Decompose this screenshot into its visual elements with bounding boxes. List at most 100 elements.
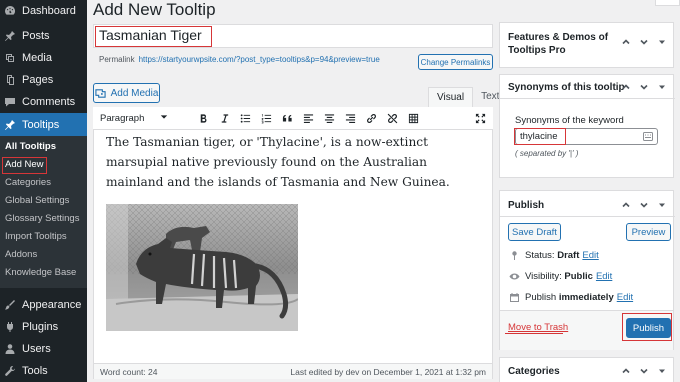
publish-panel-title: Publish	[508, 200, 545, 211]
editor-content[interactable]: The Tasmanian tiger, or 'Thylacine', is …	[106, 132, 486, 192]
chevron-up-icon[interactable]	[621, 366, 631, 376]
menu-dashboard[interactable]: Dashboard	[0, 0, 87, 22]
chevron-down-icon[interactable]	[639, 200, 649, 210]
permalink-label: Permalink	[99, 55, 135, 64]
menu-label: Plugins	[22, 321, 59, 333]
menu-plugins[interactable]: Plugins	[0, 316, 87, 338]
keyboard-icon	[643, 132, 653, 141]
link-icon[interactable]	[363, 110, 379, 126]
pin-icon	[4, 30, 16, 42]
submenu-global-settings[interactable]: Global Settings	[0, 192, 87, 210]
bold-button[interactable]	[195, 110, 211, 126]
format-select[interactable]: Paragraph	[100, 111, 168, 126]
italic-button[interactable]	[216, 110, 232, 126]
format-select-value: Paragraph	[100, 113, 145, 124]
submenu-all-tooltips[interactable]: All Tooltips	[0, 138, 87, 156]
publish-time-edit-link[interactable]: Edit	[617, 292, 633, 303]
menu-pages[interactable]: Pages	[0, 69, 87, 91]
unlink-icon[interactable]	[384, 110, 400, 126]
visibility-value: Public	[564, 271, 593, 282]
menu-label: Dashboard	[22, 5, 76, 17]
align-right-button[interactable]	[342, 110, 358, 126]
submenu-categories[interactable]: Categories	[0, 174, 87, 192]
menu-label: Tools	[22, 365, 48, 377]
chevron-down-icon[interactable]	[639, 82, 649, 92]
publish-time-row: Publish immediately Edit	[509, 292, 633, 303]
add-media-button[interactable]: Add Media	[93, 83, 160, 103]
align-left-button[interactable]	[300, 110, 316, 126]
menu-media[interactable]: Media	[0, 47, 87, 69]
submenu-glossary-settings[interactable]: Glossary Settings	[0, 210, 87, 228]
menu-label: Media	[22, 52, 52, 64]
panel-divider	[500, 98, 675, 99]
calendar-icon	[509, 292, 520, 303]
menu-tooltips[interactable]: Tooltips	[0, 113, 87, 136]
tab-visual[interactable]: Visual	[428, 87, 474, 107]
status-edit-link[interactable]: Edit	[582, 250, 598, 261]
bullet-list-button[interactable]	[237, 110, 253, 126]
chevron-down-icon[interactable]	[639, 37, 649, 47]
visibility-edit-link[interactable]: Edit	[596, 271, 612, 282]
triangle-down-icon[interactable]	[657, 366, 667, 376]
comments-icon	[4, 96, 16, 108]
chevron-up-icon[interactable]	[621, 200, 631, 210]
status-row: Status: Draft Edit	[509, 250, 599, 261]
fullscreen-icon[interactable]	[472, 110, 488, 126]
status-label: Status:	[525, 250, 555, 261]
synonyms-hint: ( separated by '|' )	[515, 149, 579, 158]
menu-comments[interactable]: Comments	[0, 91, 87, 113]
synonyms-panel: Synonyms of this tooltip Synonyms of the…	[499, 74, 675, 178]
dashboard-icon	[4, 5, 16, 17]
panel-controls	[621, 37, 667, 47]
menu-label: Users	[22, 343, 51, 355]
menu-appearance[interactable]: Appearance	[0, 294, 87, 316]
categories-panel-title: Categories	[508, 366, 560, 377]
panel-controls	[621, 82, 667, 92]
brush-icon	[4, 299, 16, 311]
submenu-addons[interactable]: Addons	[0, 246, 87, 264]
publish-time-value: immediately	[558, 292, 614, 303]
add-media-label: Add Media	[110, 87, 159, 99]
visibility-label: Visibility:	[525, 271, 562, 282]
save-draft-button[interactable]: Save Draft	[508, 223, 561, 241]
align-center-button[interactable]	[321, 110, 337, 126]
features-panel-title: Features & Demos of Tooltips Pro	[508, 32, 609, 56]
submenu-knowledge-base[interactable]: Knowledge Base	[0, 264, 87, 282]
categories-panel: Categories	[499, 357, 674, 382]
menu-tools[interactable]: Tools	[0, 360, 87, 382]
blockquote-button[interactable]	[279, 110, 295, 126]
permalink-url[interactable]: https://startyourwpsite.com/?post_type=t…	[139, 55, 380, 64]
chevron-down-icon[interactable]	[639, 366, 649, 376]
publish-highlight	[622, 313, 672, 341]
triangle-down-icon[interactable]	[657, 37, 667, 47]
screen-options-tab[interactable]	[655, 0, 680, 6]
menu-label: Tooltips	[22, 118, 60, 131]
toolbar-toggle-icon[interactable]	[405, 110, 421, 126]
page-title: Add New Tooltip	[93, 0, 216, 19]
chevron-down-icon	[160, 113, 168, 124]
permalink-row: Permalink https://startyourwpsite.com/?po…	[99, 55, 380, 64]
editor-status-bar: Word count: 24 Last edited by dev on Dec…	[94, 363, 492, 379]
change-permalinks-button[interactable]: Change Permalinks	[418, 54, 493, 70]
chevron-up-icon[interactable]	[621, 37, 631, 47]
preview-button[interactable]: Preview	[626, 223, 671, 241]
pin-icon	[4, 119, 16, 131]
synonyms-highlight	[514, 128, 566, 145]
eye-icon	[509, 271, 520, 282]
menu-label: Posts	[22, 30, 50, 42]
features-panel: Features & Demos of Tooltips Pro	[499, 22, 674, 68]
submenu-import-tooltips[interactable]: Import Tooltips	[0, 228, 87, 246]
chevron-up-icon[interactable]	[621, 82, 631, 92]
menu-label: Pages	[22, 74, 54, 86]
panel-divider	[500, 216, 675, 217]
numbered-list-button[interactable]	[258, 110, 274, 126]
media-icon	[4, 52, 16, 64]
triangle-down-icon[interactable]	[657, 82, 667, 92]
triangle-down-icon[interactable]	[657, 200, 667, 210]
add-media-icon	[94, 88, 106, 99]
panel-controls	[621, 366, 667, 376]
menu-users[interactable]: Users	[0, 338, 87, 360]
menu-posts[interactable]: Posts	[0, 25, 87, 47]
users-icon	[4, 343, 16, 355]
thylacine-photo[interactable]	[106, 204, 298, 331]
